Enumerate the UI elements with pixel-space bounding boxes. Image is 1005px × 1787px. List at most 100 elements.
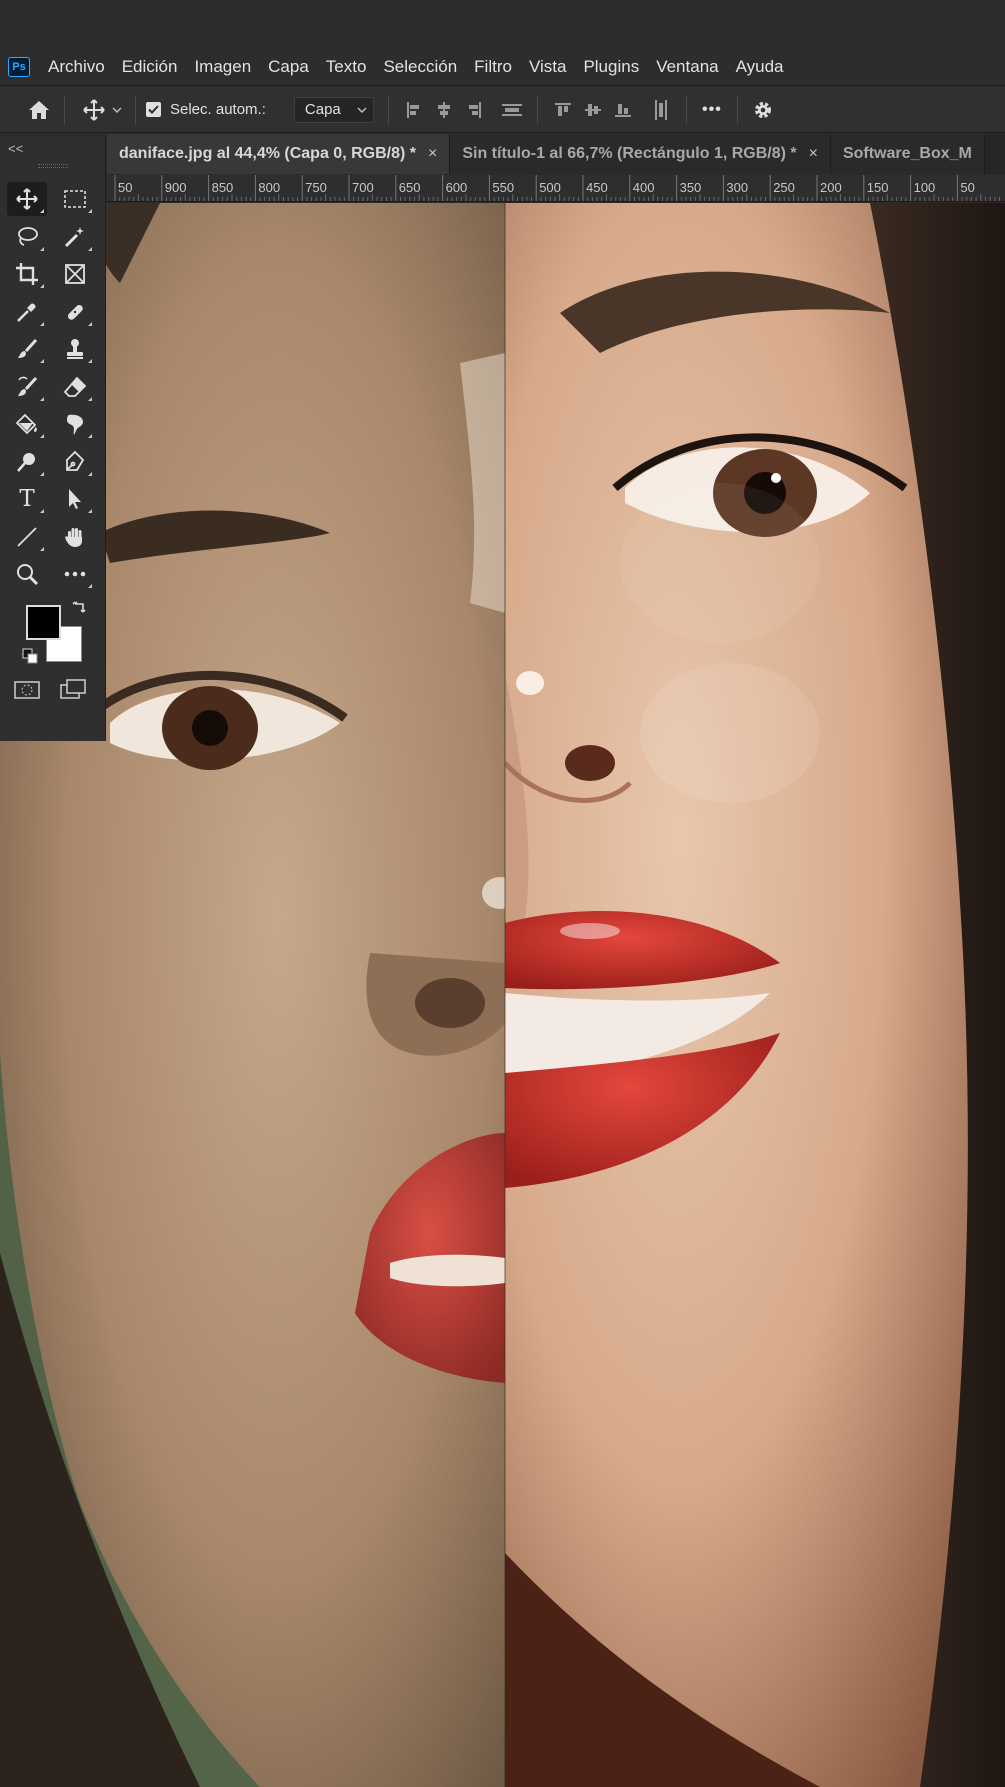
ruler-label: 300	[726, 180, 748, 195]
flyout-indicator	[88, 209, 92, 213]
ruler-label: 700	[352, 180, 374, 195]
ruler-label: 600	[446, 180, 468, 195]
layer-dropdown[interactable]: Capa	[293, 96, 374, 123]
menu-archivo[interactable]: Archivo	[48, 57, 105, 77]
flyout-indicator	[88, 321, 92, 326]
ruler-label: 500	[539, 180, 561, 195]
smudge-tool[interactable]	[55, 407, 95, 441]
quick-mask-icon[interactable]	[14, 680, 40, 705]
horizontal-ruler[interactable]: 50 900 850 800 750 700 650 600 550 500 450 400 350 30…	[107, 175, 1005, 202]
tab-software-box[interactable]: Software_Box_M	[830, 134, 985, 174]
photoshop-logo: Ps	[8, 56, 30, 77]
menu-ventana[interactable]: Ventana	[656, 57, 718, 77]
menu-capa[interactable]: Capa	[268, 57, 309, 77]
menu-edicion[interactable]: Edición	[122, 57, 178, 77]
separator	[536, 95, 538, 124]
healing-brush-icon	[63, 300, 87, 324]
menu-seleccion[interactable]: Selección	[383, 57, 457, 77]
swap-colors-icon[interactable]	[72, 600, 88, 621]
eyedropper-icon	[15, 300, 39, 324]
default-colors-icon[interactable]	[22, 648, 38, 669]
align-middle-icon[interactable]	[578, 95, 608, 125]
magic-wand-icon	[63, 225, 87, 249]
pen-tool[interactable]	[55, 445, 95, 479]
hand-tool[interactable]	[55, 520, 95, 554]
ruler-label: 50	[960, 180, 974, 195]
dodge-tool[interactable]	[7, 445, 47, 479]
hand-icon	[63, 525, 87, 549]
chevron-down-icon[interactable]	[109, 95, 125, 125]
more-tools[interactable]	[55, 557, 95, 591]
photo-face-comparison	[0, 203, 1005, 1787]
document-canvas[interactable]	[0, 203, 1005, 1787]
line-tool[interactable]	[7, 520, 47, 554]
menu-filtro[interactable]: Filtro	[474, 57, 512, 77]
magic-wand-tool[interactable]	[55, 220, 95, 254]
history-brush-tool[interactable]	[7, 370, 47, 404]
screen-mode-icon[interactable]	[60, 678, 88, 705]
zoom-icon	[15, 562, 39, 586]
gear-icon[interactable]	[748, 95, 778, 125]
brush-tool[interactable]	[7, 332, 47, 366]
align-center-icon[interactable]	[429, 95, 459, 125]
align-right-icon[interactable]	[459, 95, 489, 125]
flyout-indicator	[88, 471, 92, 476]
marquee-tool[interactable]	[55, 182, 95, 216]
layer-dropdown-value: Capa	[304, 101, 341, 118]
eraser-tool[interactable]	[55, 370, 95, 404]
crop-tool[interactable]	[7, 257, 47, 291]
ruler-label: 150	[867, 180, 889, 195]
move-tool-icon[interactable]	[79, 95, 109, 125]
eraser-icon	[63, 375, 87, 399]
close-icon[interactable]: ×	[809, 145, 818, 163]
zoom-tool[interactable]	[7, 557, 47, 591]
align-top-icon[interactable]	[548, 95, 578, 125]
menu-plugins[interactable]: Plugins	[583, 57, 639, 77]
line-icon	[15, 525, 39, 549]
auto-select-checkbox[interactable]	[146, 102, 161, 117]
mores-icon	[63, 570, 87, 578]
tab-daniface[interactable]: daniface.jpg al 44,4% (Capa 0, RGB/8) * …	[107, 134, 451, 174]
clone-stamp-tool[interactable]	[55, 332, 95, 366]
distribute-horizontal-icon[interactable]	[497, 95, 527, 125]
menu-vista[interactable]: Vista	[529, 57, 567, 77]
menu-imagen[interactable]: Imagen	[194, 57, 251, 77]
lasso-tool[interactable]	[7, 220, 47, 254]
separator	[736, 95, 738, 124]
flyout-indicator	[40, 509, 44, 513]
flyout-indicator	[40, 321, 44, 326]
more-options-icon[interactable]: •••	[697, 95, 727, 125]
smudge-icon	[63, 412, 87, 436]
tab-sin-titulo[interactable]: Sin título-1 al 66,7% (Rectángulo 1, RGB…	[450, 134, 831, 174]
move-icon	[15, 187, 39, 211]
menu-ayuda[interactable]: Ayuda	[736, 57, 784, 77]
title-bar	[0, 0, 1005, 48]
ruler-label: 100	[914, 180, 936, 195]
flyout-indicator	[40, 359, 44, 363]
healing-brush-tool[interactable]	[55, 295, 95, 329]
close-icon[interactable]: ×	[428, 145, 437, 163]
dodge-icon	[15, 450, 39, 474]
align-bottom-icon[interactable]	[608, 95, 638, 125]
distribute-vertical-icon[interactable]	[646, 95, 676, 125]
foreground-color-swatch[interactable]	[26, 605, 61, 640]
menu-bar: Ps Archivo Edición Imagen Capa Texto Sel…	[0, 48, 1005, 86]
collapse-panel-button[interactable]: <<	[8, 141, 23, 156]
home-icon[interactable]	[24, 95, 54, 125]
ruler-label: 200	[820, 180, 842, 195]
tab-label: Sin título-1 al 66,7% (Rectángulo 1, RGB…	[462, 145, 797, 162]
path-selection-tool[interactable]	[55, 482, 95, 516]
eyedropper-tool[interactable]	[7, 295, 47, 329]
tab-label: daniface.jpg al 44,4% (Capa 0, RGB/8) *	[119, 145, 416, 162]
frame-tool[interactable]	[55, 257, 95, 291]
move-tool[interactable]	[7, 182, 47, 216]
menu-texto[interactable]: Texto	[326, 57, 367, 77]
panel-grip[interactable]	[38, 164, 68, 168]
type-tool[interactable]: T	[7, 482, 47, 516]
brush-icon	[15, 337, 39, 361]
frame-icon	[63, 262, 87, 286]
flyout-indicator	[40, 209, 44, 213]
align-left-icon[interactable]	[399, 95, 429, 125]
ruler-label: 50	[118, 180, 132, 195]
paint-bucket-tool[interactable]	[7, 407, 47, 441]
